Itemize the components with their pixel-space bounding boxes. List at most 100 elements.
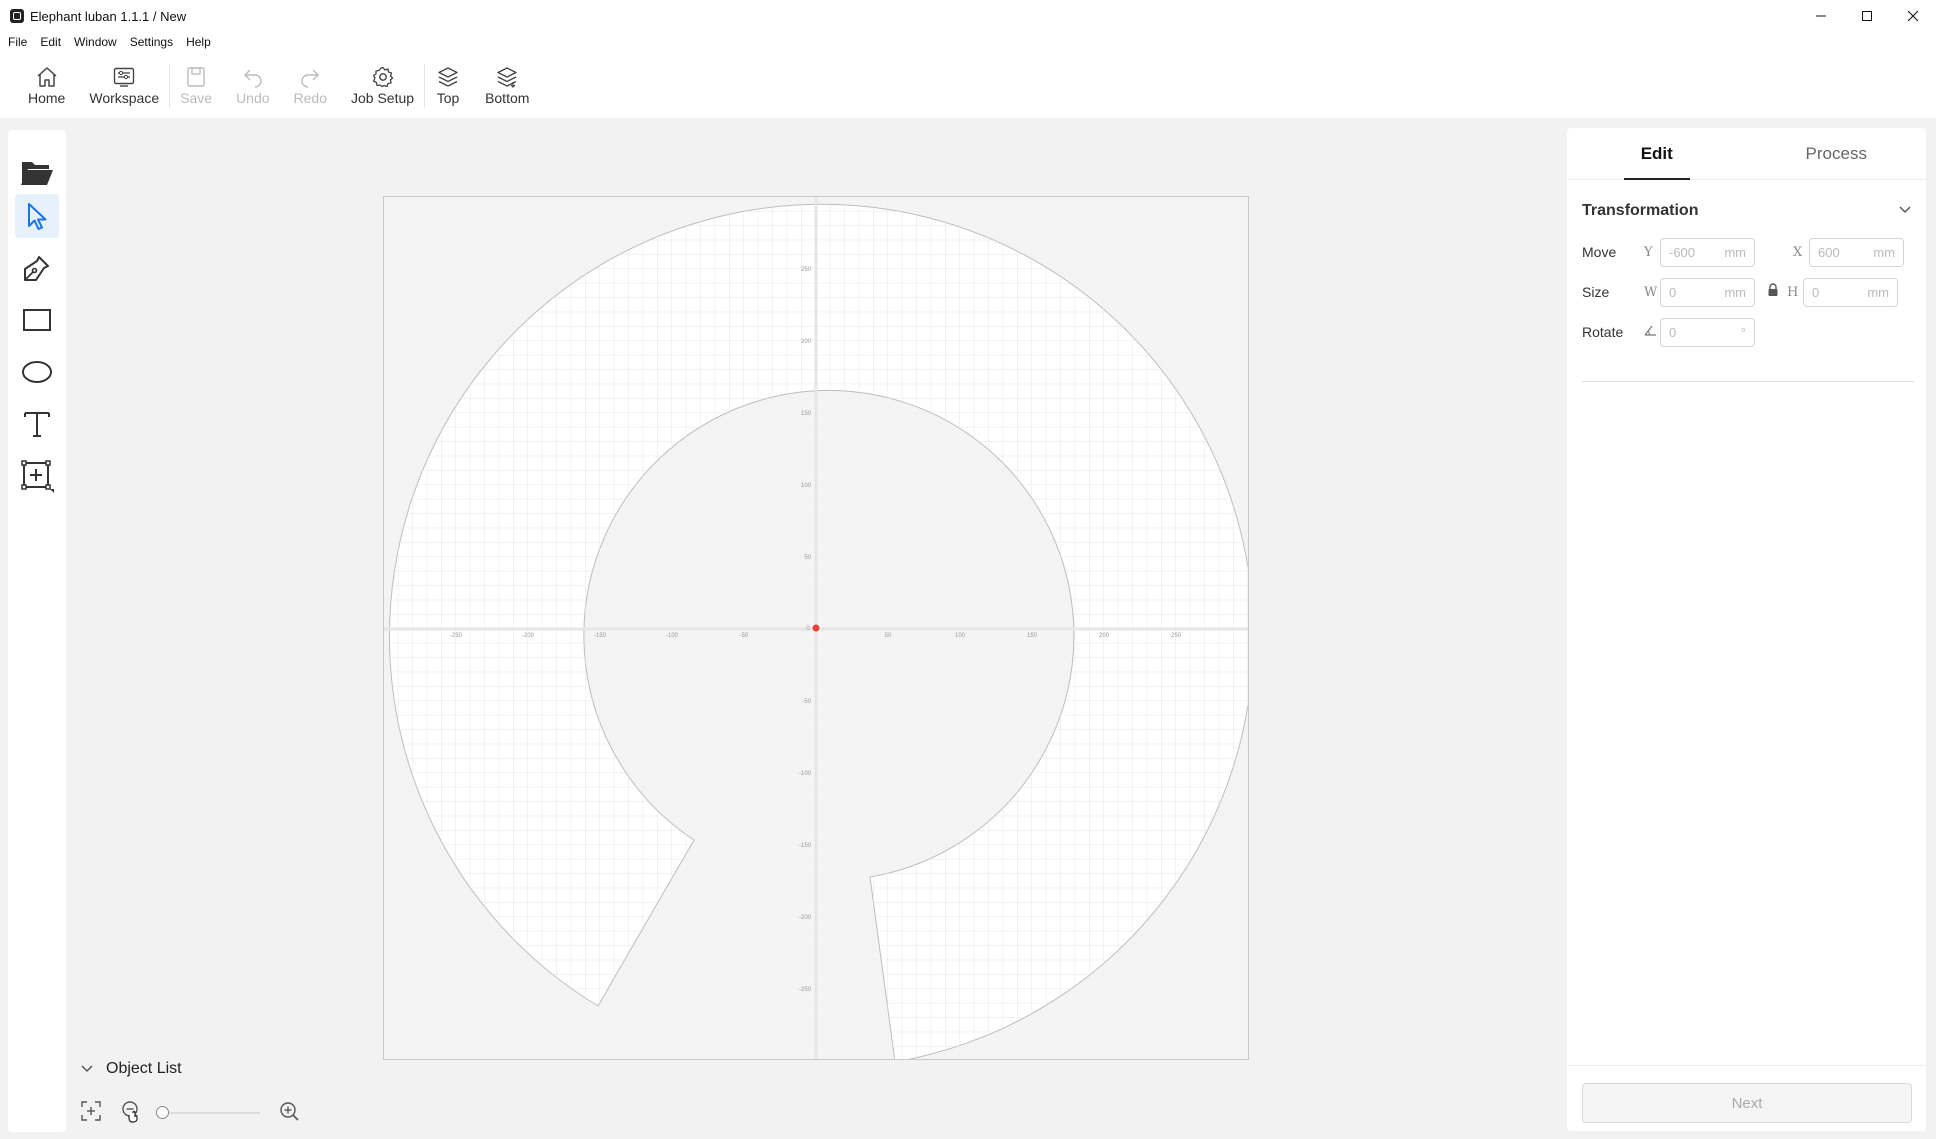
gear-icon bbox=[370, 64, 396, 90]
size-w-axis-label: W bbox=[1644, 284, 1658, 300]
ellipse-tool[interactable] bbox=[15, 350, 59, 394]
size-w-input[interactable]: 0 mm bbox=[1660, 277, 1755, 307]
menu-bar: File Edit Window Settings Help bbox=[0, 32, 1936, 52]
lock-ratio-button[interactable] bbox=[1767, 282, 1785, 302]
undo-label: Undo bbox=[236, 90, 270, 106]
top-button[interactable]: Top bbox=[435, 56, 461, 106]
zoom-slider-knob[interactable] bbox=[156, 1106, 169, 1119]
y-tick: 250 bbox=[801, 267, 812, 273]
rotate-input[interactable]: 0 ° bbox=[1660, 317, 1755, 347]
y-tick: 150 bbox=[801, 411, 812, 417]
move-y-axis-label: Y bbox=[1644, 244, 1653, 260]
workspace-area: -250 -200 -150 -100 -50 0 50 100 150 200… bbox=[0, 118, 1936, 1139]
zoom-out-icon bbox=[122, 1100, 138, 1123]
redo-label: Redo bbox=[293, 90, 327, 106]
object-list-header[interactable]: Object List bbox=[80, 1060, 182, 1078]
move-y-value: -600 bbox=[1669, 244, 1696, 260]
zoom-slider[interactable] bbox=[156, 1106, 260, 1119]
move-label: Move bbox=[1582, 244, 1617, 260]
rotate-row: Rotate 0 ° bbox=[1582, 317, 1755, 347]
size-h-value: 0 bbox=[1812, 284, 1820, 300]
menu-file[interactable]: File bbox=[8, 35, 27, 49]
bottom-button[interactable]: Bottom bbox=[485, 56, 529, 106]
rotate-unit: ° bbox=[1740, 324, 1746, 340]
save-icon bbox=[183, 64, 209, 90]
toolbar-divider-2 bbox=[424, 64, 426, 108]
angle-icon bbox=[1644, 324, 1660, 340]
menu-window[interactable]: Window bbox=[74, 35, 117, 49]
layer-top-icon bbox=[435, 64, 461, 90]
move-x-input[interactable]: 600 mm bbox=[1809, 237, 1904, 267]
object-list-label: Object List bbox=[106, 1060, 182, 1077]
x-tick: -50 bbox=[740, 633, 749, 639]
y-tick: -100 bbox=[799, 771, 812, 777]
move-x-value: 600 bbox=[1818, 244, 1840, 260]
open-folder-tool[interactable] bbox=[15, 150, 59, 194]
maximize-button[interactable] bbox=[1844, 0, 1890, 32]
top-label: Top bbox=[436, 90, 460, 106]
rectangle-icon bbox=[23, 309, 51, 331]
move-row: Move Y -600 mm X 600 mm bbox=[1582, 237, 1904, 267]
redo-button[interactable]: Redo bbox=[294, 56, 327, 106]
workspace-icon bbox=[111, 64, 137, 90]
redo-icon bbox=[297, 64, 323, 90]
home-button[interactable]: Home bbox=[28, 56, 65, 106]
transformation-collapse-button[interactable] bbox=[1898, 202, 1912, 220]
lock-icon bbox=[1768, 282, 1778, 296]
pen-tool[interactable] bbox=[15, 246, 59, 290]
bottom-label: Bottom bbox=[485, 90, 530, 106]
fit-screen-button[interactable] bbox=[80, 1100, 102, 1127]
tab-edit[interactable]: Edit bbox=[1567, 128, 1747, 180]
undo-icon bbox=[240, 64, 266, 90]
rotate-value: 0 bbox=[1669, 324, 1677, 340]
transformation-title: Transformation bbox=[1582, 202, 1699, 219]
minimize-button[interactable] bbox=[1798, 0, 1844, 32]
move-x-unit: mm bbox=[1873, 244, 1895, 260]
text-icon bbox=[24, 412, 50, 437]
size-h-input[interactable]: 0 mm bbox=[1803, 277, 1898, 307]
y-tick: 100 bbox=[801, 483, 812, 489]
job-setup-label: Job Setup bbox=[351, 90, 415, 106]
toolbar-divider bbox=[169, 64, 171, 108]
y-tick: -250 bbox=[799, 987, 812, 993]
x-tick: 200 bbox=[1099, 633, 1110, 639]
pen-icon bbox=[24, 256, 49, 281]
rectangle-tool[interactable] bbox=[15, 298, 59, 342]
save-button[interactable]: Save bbox=[180, 56, 212, 106]
y-tick: -200 bbox=[799, 915, 812, 921]
properties-panel: Edit Process Transformation Move Y -600 … bbox=[1567, 128, 1926, 1131]
footer-divider bbox=[1567, 1065, 1926, 1066]
cursor-arrow-icon bbox=[28, 203, 47, 230]
move-y-input[interactable]: -600 mm bbox=[1660, 237, 1755, 267]
y-tick: -150 bbox=[799, 843, 812, 849]
undo-button[interactable]: Undo bbox=[236, 56, 270, 106]
zoom-in-icon bbox=[280, 1101, 299, 1121]
zoom-out-button[interactable] bbox=[120, 1099, 144, 1128]
x-tick: 150 bbox=[1027, 633, 1038, 639]
origin-marker bbox=[812, 624, 820, 632]
menu-settings[interactable]: Settings bbox=[130, 35, 173, 49]
x-tick: 50 bbox=[885, 633, 892, 639]
workspace-button[interactable]: Workspace bbox=[89, 56, 159, 106]
x-tick: -150 bbox=[594, 633, 607, 639]
select-tool[interactable] bbox=[15, 194, 59, 238]
add-frame-icon bbox=[21, 460, 54, 493]
ellipse-icon bbox=[22, 361, 52, 383]
design-canvas[interactable]: -250 -200 -150 -100 -50 0 50 100 150 200… bbox=[383, 196, 1254, 1063]
toolbar: Home Workspace Save Undo Redo Job Setup bbox=[0, 56, 1936, 118]
close-button[interactable] bbox=[1890, 0, 1936, 32]
menu-edit[interactable]: Edit bbox=[40, 35, 61, 49]
add-frame-tool[interactable] bbox=[15, 454, 59, 498]
x-tick: -200 bbox=[522, 633, 535, 639]
zoom-in-button[interactable] bbox=[278, 1100, 300, 1127]
size-w-value: 0 bbox=[1669, 284, 1677, 300]
x-tick: -250 bbox=[450, 633, 463, 639]
section-divider bbox=[1582, 381, 1914, 382]
job-setup-button[interactable]: Job Setup bbox=[351, 56, 414, 106]
layer-bottom-icon bbox=[494, 64, 520, 90]
text-tool[interactable] bbox=[15, 402, 59, 446]
menu-help[interactable]: Help bbox=[186, 35, 211, 49]
next-button[interactable]: Next bbox=[1582, 1083, 1912, 1123]
x-tick: 250 bbox=[1171, 633, 1182, 639]
tab-process[interactable]: Process bbox=[1747, 128, 1927, 179]
